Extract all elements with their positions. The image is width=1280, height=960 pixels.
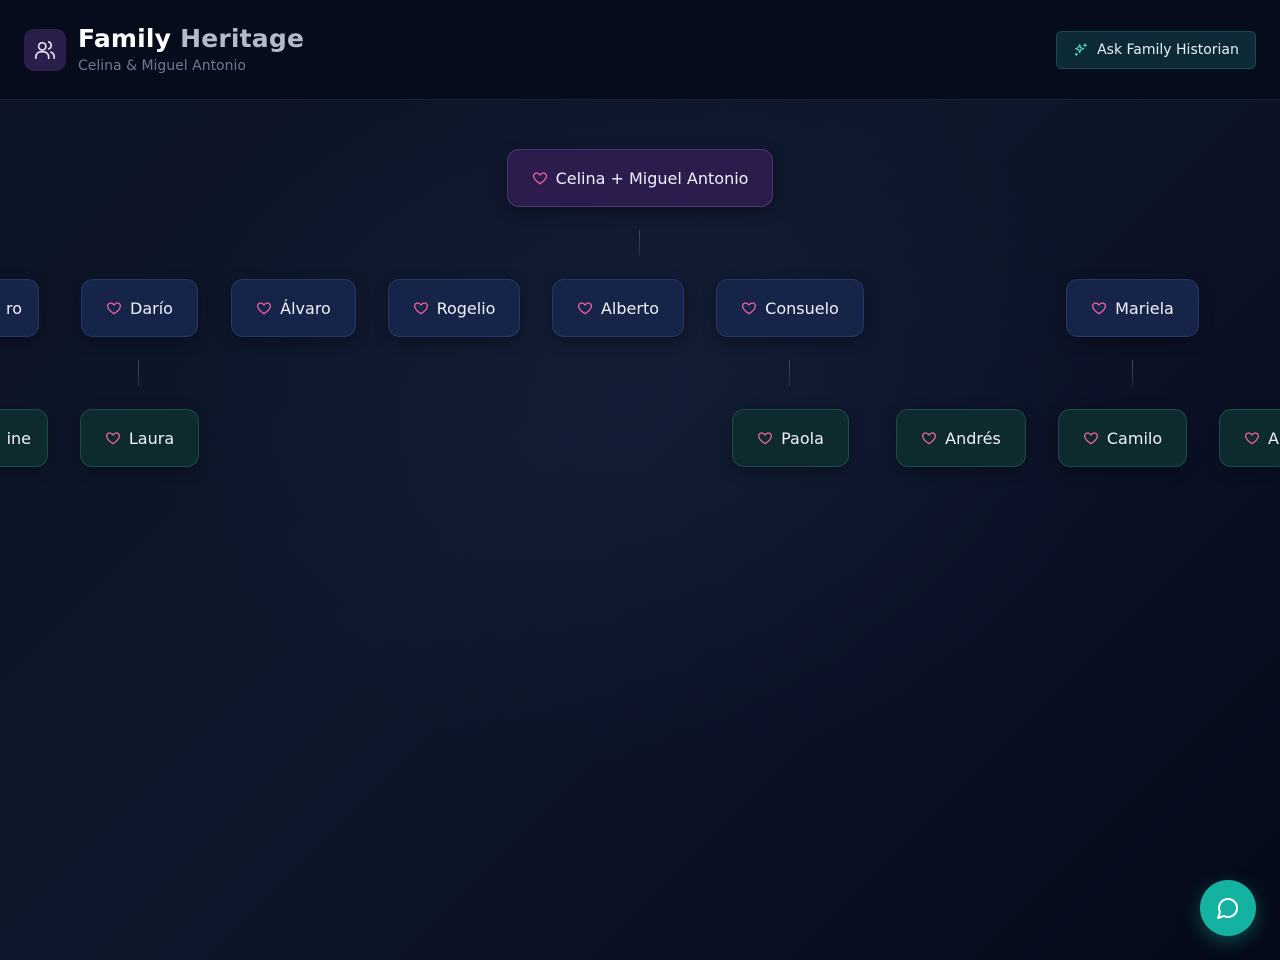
tree-node-child[interactable]: Mariela <box>1066 279 1199 337</box>
tree-node-grandchild[interactable]: A <box>1219 409 1280 467</box>
heart-icon <box>1091 300 1107 316</box>
tree-connector <box>789 360 790 386</box>
tree-node-label: ro <box>5 298 22 318</box>
tree-node-grandchild[interactable]: Laura <box>80 409 199 467</box>
tree-node-label: Camilo <box>1106 428 1163 448</box>
ask-family-historian-button[interactable]: Ask Family Historian <box>1056 31 1256 69</box>
tree-node-label: Alberto <box>600 298 660 318</box>
tree-node-label: Darío <box>130 298 173 318</box>
heart-icon <box>1244 430 1260 446</box>
page-subtitle: Celina & Miguel Antonio <box>78 58 246 74</box>
ask-button-label: Ask Family Historian <box>1097 42 1239 58</box>
tree-node-child[interactable]: Consuelo <box>716 279 864 337</box>
heart-icon <box>757 430 773 446</box>
background-glow <box>0 0 1280 960</box>
tree-connector <box>639 230 640 256</box>
heart-icon <box>106 300 122 316</box>
heart-icon <box>741 300 757 316</box>
tree-node-child[interactable]: Darío <box>81 279 198 337</box>
tree-node-label: Laura <box>128 428 175 448</box>
tree-node-grandchild[interactable]: ine <box>0 409 48 467</box>
heart-icon <box>1083 430 1099 446</box>
title-main: Family <box>78 24 172 53</box>
heart-icon <box>256 300 272 316</box>
tree-node-label: Mariela <box>1115 298 1174 318</box>
tree-node-child[interactable]: Alberto <box>552 279 684 337</box>
tree-node-grandchild[interactable]: Paola <box>732 409 849 467</box>
tree-node-label: Rogelio <box>436 298 496 318</box>
tree-node-label: Celina + Miguel Antonio <box>555 168 749 188</box>
tree-node-root[interactable]: Celina + Miguel Antonio <box>507 149 773 207</box>
tree-node-grandchild[interactable]: Camilo <box>1058 409 1187 467</box>
chat-bubble-icon <box>1216 896 1240 920</box>
sparkles-icon <box>1073 42 1089 58</box>
tree-node-grandchild[interactable]: Andrés <box>896 409 1026 467</box>
heart-icon <box>413 300 429 316</box>
title-accent: Heritage <box>180 24 305 53</box>
tree-node-child[interactable]: Rogelio <box>388 279 520 337</box>
tree-node-child[interactable]: ro <box>0 279 39 337</box>
app-header: Family Heritage Celina & Miguel Antonio … <box>0 0 1280 100</box>
page-title: Family Heritage <box>78 24 304 54</box>
heart-icon <box>577 300 593 316</box>
tree-node-label: Álvaro <box>280 298 331 318</box>
tree-node-label: ine <box>6 428 31 448</box>
heart-icon <box>921 430 937 446</box>
tree-node-label: Andrés <box>945 428 1001 448</box>
tree-node-child[interactable]: Álvaro <box>231 279 356 337</box>
heart-icon <box>105 430 121 446</box>
users-icon <box>24 29 66 71</box>
chat-button[interactable] <box>1200 880 1256 936</box>
tree-node-label: A <box>1268 428 1279 448</box>
tree-connector <box>138 360 139 386</box>
heart-icon <box>532 170 548 186</box>
tree-node-label: Consuelo <box>765 298 839 318</box>
tree-node-label: Paola <box>781 428 824 448</box>
tree-connector <box>1132 360 1133 386</box>
